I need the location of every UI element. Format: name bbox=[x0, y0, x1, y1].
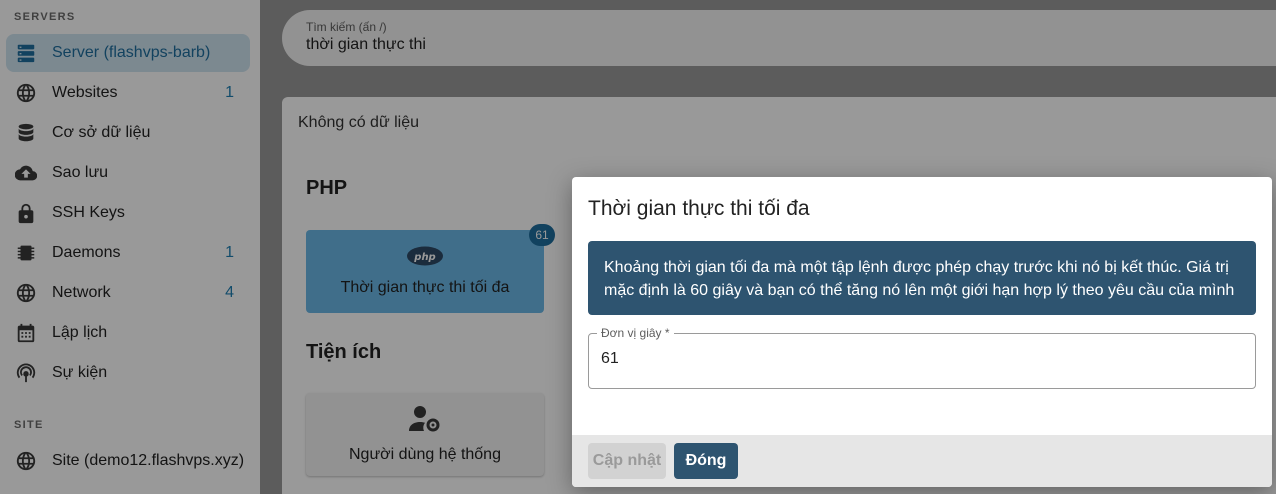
info-alert: Khoảng thời gian tối đa mà một tập lệnh … bbox=[588, 241, 1256, 315]
seconds-field[interactable]: Đơn vị giây * bbox=[588, 326, 1256, 389]
seconds-input[interactable] bbox=[601, 350, 1201, 368]
dialog-actions: Cập nhật Đóng bbox=[572, 435, 1272, 487]
dialog-title: Thời gian thực thi tối đa bbox=[588, 197, 810, 220]
info-text-line-2: mặc định là 60 giây và bạn có thể tăng n… bbox=[604, 282, 1235, 299]
close-button[interactable]: Đóng bbox=[674, 443, 738, 479]
max-execution-time-dialog: Thời gian thực thi tối đa Khoảng thời gi… bbox=[572, 177, 1272, 487]
update-button[interactable]: Cập nhật bbox=[588, 443, 666, 479]
info-text-line-1: Khoảng thời gian tối đa mà một tập lệnh … bbox=[604, 259, 1229, 276]
seconds-field-label: Đơn vị giây * bbox=[597, 326, 674, 340]
